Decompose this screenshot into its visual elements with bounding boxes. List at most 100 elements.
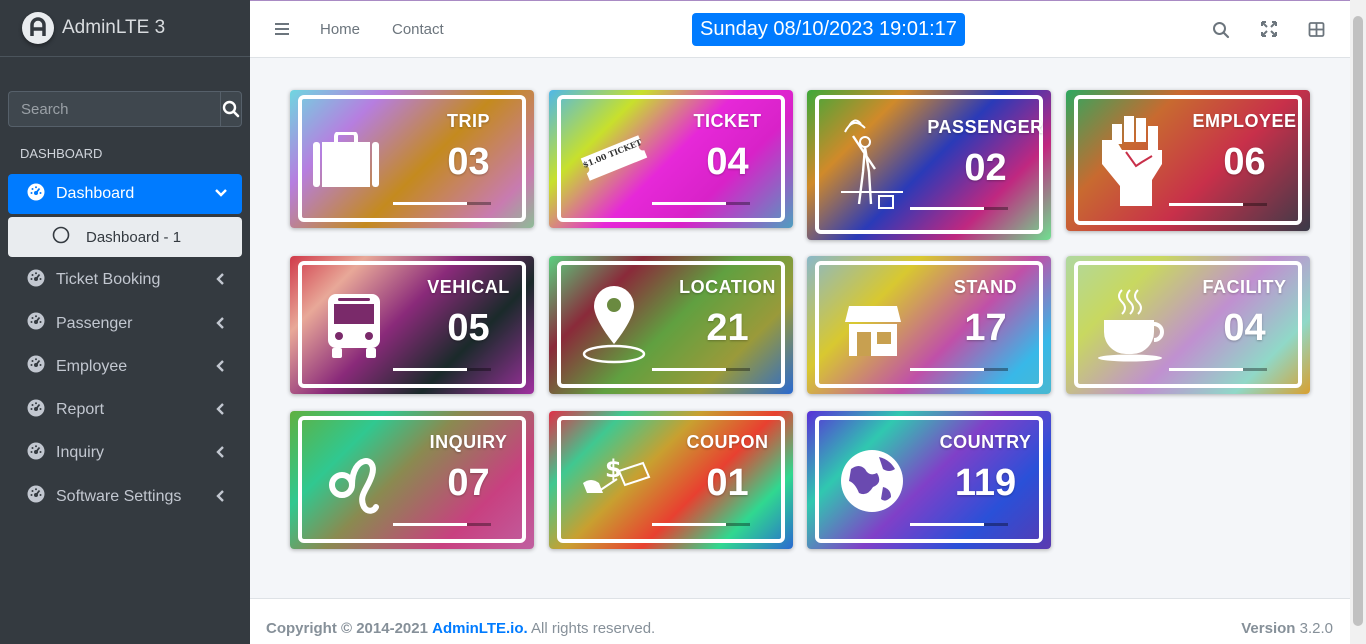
circle-icon bbox=[52, 226, 70, 248]
card-count: 05 bbox=[447, 307, 490, 349]
nav-header: DASHBOARD bbox=[20, 146, 103, 161]
sidebar-search bbox=[8, 91, 242, 127]
sidebar-subitem-dashboard-1[interactable]: Dashboard - 1 bbox=[8, 217, 242, 258]
nav-link-contact[interactable]: Contact bbox=[392, 21, 444, 38]
sidebar-item-software-settings[interactable]: Software Settings bbox=[8, 477, 242, 517]
card-count: 21 bbox=[706, 307, 749, 349]
card-title: PASSENGER bbox=[927, 117, 1044, 137]
sidebar-item-label: Ticket Booking bbox=[56, 271, 161, 289]
card-title: STAND bbox=[953, 277, 1018, 297]
sidebar-item-label: Software Settings bbox=[56, 487, 182, 505]
progress-bar bbox=[393, 523, 491, 526]
stat-card-stand[interactable]: STAND 17 bbox=[807, 256, 1051, 394]
brand-name: AdminLTE 3 bbox=[62, 17, 166, 38]
progress-bar bbox=[393, 368, 491, 371]
stat-card-passenger[interactable]: PASSENGER 02 bbox=[807, 90, 1051, 240]
progress-bar bbox=[910, 368, 1008, 371]
stat-card-trip[interactable]: TRIP 03 bbox=[290, 90, 534, 228]
brand-link[interactable]: AdminLTE 3 bbox=[0, 0, 250, 57]
card-title: TRIP bbox=[446, 111, 490, 131]
sidebar-item-ticket-booking[interactable]: Ticket Booking bbox=[8, 260, 242, 300]
version-label: Version bbox=[1241, 620, 1296, 637]
bus-icon bbox=[324, 292, 384, 365]
ticket-icon: $1.00 TICKET bbox=[579, 132, 649, 189]
chevron-left-icon bbox=[214, 489, 228, 508]
sidebar-item-label: Report bbox=[56, 401, 105, 419]
progress-bar bbox=[652, 202, 750, 205]
sidebar-item-employee[interactable]: Employee bbox=[8, 347, 242, 387]
sidebar-item-inquiry[interactable]: Inquiry bbox=[8, 433, 242, 473]
scrollbar-thumb[interactable] bbox=[1353, 16, 1363, 626]
suitcase-icon bbox=[312, 131, 380, 193]
tachometer-icon bbox=[27, 183, 45, 206]
stat-card-ticket[interactable]: $1.00 TICKET TICKET 04 bbox=[549, 90, 793, 228]
version-info: Version 3.2.0 bbox=[1241, 620, 1333, 637]
nav-link-home[interactable]: Home bbox=[320, 21, 360, 38]
card-title: VEHICAL bbox=[427, 277, 510, 297]
stat-card-vehical[interactable]: VEHICAL 05 bbox=[290, 256, 534, 394]
tachometer-icon bbox=[27, 269, 45, 292]
stat-card-coupon[interactable]: $ COUPON 01 bbox=[549, 411, 793, 549]
footer-link[interactable]: AdminLTE.io. bbox=[432, 620, 528, 637]
card-title: FACILITY bbox=[1202, 277, 1287, 297]
sidebar: AdminLTE 3 DASHBOARD Dashboard Dashboard… bbox=[0, 0, 250, 644]
tachometer-icon bbox=[27, 355, 45, 378]
leo-icon bbox=[326, 445, 382, 522]
sidebar-search-button[interactable] bbox=[220, 91, 242, 127]
coffee-cup-icon bbox=[1096, 288, 1166, 367]
sidebar-item-dashboard[interactable]: Dashboard bbox=[8, 174, 242, 214]
passenger-icon bbox=[839, 114, 905, 219]
progress-bar bbox=[910, 207, 1008, 210]
card-title: EMPLOYEE bbox=[1192, 111, 1297, 131]
stat-card-inquiry[interactable]: INQUIRY 07 bbox=[290, 411, 534, 549]
globe-icon bbox=[839, 447, 905, 520]
stat-card-facility[interactable]: FACILITY 04 bbox=[1066, 256, 1310, 394]
card-count: 03 bbox=[447, 141, 490, 183]
chevron-down-icon bbox=[214, 186, 228, 205]
sidebar-nav: Dashboard Dashboard - 1 Ticket Booking P… bbox=[8, 174, 242, 520]
sidebar-item-report[interactable]: Report bbox=[8, 390, 242, 430]
stat-card-country[interactable]: COUNTRY 119 bbox=[807, 411, 1051, 549]
card-title: LOCATION bbox=[679, 277, 776, 297]
tachometer-icon bbox=[27, 442, 45, 465]
tachometer-icon bbox=[27, 312, 45, 335]
card-title: INQUIRY bbox=[429, 432, 508, 452]
stat-card-employee[interactable]: EMPLOYEE 06 bbox=[1066, 90, 1310, 231]
stat-card-location[interactable]: LOCATION 21 bbox=[549, 256, 793, 394]
chevron-left-icon bbox=[214, 359, 228, 378]
card-count: 02 bbox=[964, 147, 1007, 189]
chevron-left-icon bbox=[214, 402, 228, 421]
card-count: 06 bbox=[1223, 141, 1266, 183]
card-title: TICKET bbox=[693, 111, 762, 131]
page-scrollbar[interactable] bbox=[1350, 0, 1366, 644]
sidebar-item-label: Inquiry bbox=[56, 444, 105, 462]
sidebar-subitem-label: Dashboard - 1 bbox=[86, 228, 182, 246]
fist-icon bbox=[1098, 110, 1166, 213]
sidebar-search-input[interactable] bbox=[8, 91, 220, 127]
card-count: 01 bbox=[706, 462, 749, 504]
tachometer-icon bbox=[27, 399, 45, 422]
card-count: 04 bbox=[1223, 307, 1266, 349]
datetime-display: Sunday 08/10/2023 19:01:17 bbox=[692, 13, 965, 46]
sidebar-item-label: Dashboard bbox=[56, 185, 135, 202]
rights-text: All rights reserved. bbox=[531, 620, 656, 637]
search-icon bbox=[222, 100, 240, 118]
footer: Copyright © 2014-2021 AdminLTE.io. All r… bbox=[250, 598, 1350, 644]
progress-bar bbox=[652, 523, 750, 526]
sidebar-item-passenger[interactable]: Passenger bbox=[8, 304, 242, 344]
fullscreen-icon[interactable] bbox=[1261, 21, 1277, 42]
sidebar-item-label: Passenger bbox=[56, 314, 133, 332]
brand-logo-icon bbox=[22, 12, 54, 44]
grid-icon[interactable] bbox=[1308, 21, 1325, 43]
card-title: COUNTRY bbox=[939, 432, 1032, 452]
store-icon bbox=[843, 304, 903, 363]
card-count: 119 bbox=[954, 462, 1017, 504]
card-count: 17 bbox=[964, 307, 1007, 349]
menu-icon[interactable] bbox=[274, 21, 290, 42]
chevron-left-icon bbox=[214, 272, 228, 291]
coupon-icon: $ bbox=[579, 453, 651, 508]
progress-bar bbox=[1169, 203, 1267, 206]
tachometer-icon bbox=[27, 485, 45, 508]
search-icon[interactable] bbox=[1212, 21, 1230, 44]
progress-bar bbox=[910, 523, 1008, 526]
